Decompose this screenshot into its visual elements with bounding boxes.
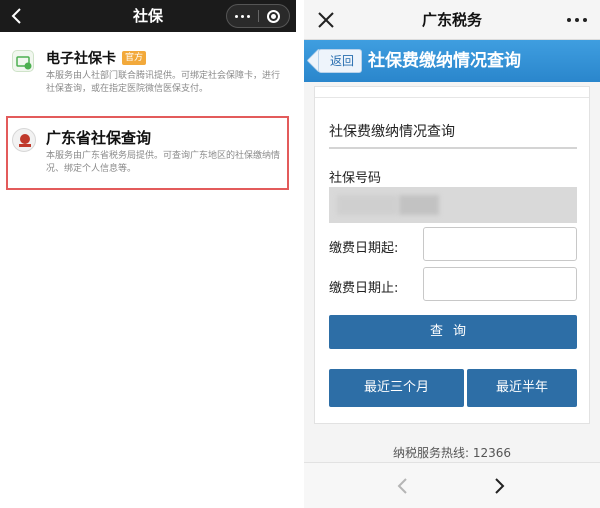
masked-value [399,195,439,215]
ss-number-label: 社保号码 [329,171,382,186]
back-nav-button[interactable] [392,475,414,497]
divider [315,97,589,98]
close-button[interactable] [316,10,336,30]
section-underline [329,147,577,149]
mini-program-capsule [226,4,290,28]
more-icon[interactable] [564,14,590,26]
service-name: 电子社保卡 [46,51,116,67]
social-card-icon [12,50,34,72]
title-bar: 返回 社保费缴纳情况查询 [304,40,600,82]
chevron-left-icon [11,8,21,24]
back-label: 返回 [329,54,354,68]
service-description: 本服务由广东省税务局提供。可查询广东地区的社保缴纳情况、绑定个人信息等。 [46,151,281,174]
back-button[interactable]: 返回 [306,48,362,73]
panel-divider [296,0,304,508]
left-panel: 社保 电子社保卡 官方 本服务由人社部门联合腾讯提供。可绑定社会保障卡，进行社保… [0,0,296,508]
last-half-year-button[interactable]: 最近半年 [467,369,577,407]
window-title: 广东税务 [421,11,482,29]
page-title: 社保费缴纳情况查询 [368,51,521,71]
end-date-input[interactable] [423,267,577,301]
masked-value [337,195,397,215]
close-circle-icon[interactable] [258,5,289,27]
service-item-guangdong-social-security[interactable]: 广东省社保查询 本服务由广东省税务局提供。可查询广东地区的社保缴纳情况、绑定个人… [6,116,289,190]
left-header: 社保 [0,0,296,32]
start-date-label: 缴费日期起: [329,241,399,256]
bottom-navigation [304,462,600,508]
right-panel: 广东税务 返回 社保费缴纳情况查询 社保费缴纳情况查询 社保号码 缴费日期起: … [304,0,600,508]
service-name: 广东省社保查询 [46,129,152,147]
service-description: 本服务由人社部门联合腾讯提供。可绑定社会保障卡，进行社保查询，或在指定医院微信医… [46,71,281,94]
ss-number-field [329,187,577,223]
official-badge: 官方 [122,51,147,65]
tax-logo-icon [12,128,36,152]
service-item-e-social-card[interactable]: 电子社保卡 官方 本服务由人社部门联合腾讯提供。可绑定社会保障卡，进行社保查询，… [0,44,296,104]
query-button[interactable]: 查询 [329,315,577,349]
start-date-input[interactable] [423,227,577,261]
hotline-text: 纳税服务热线: 12366 [392,446,512,460]
chevron-right-icon [495,478,505,494]
forward-nav-button[interactable] [488,475,510,497]
more-icon[interactable] [227,5,258,27]
query-form-card: 社保费缴纳情况查询 社保号码 缴费日期起: 缴费日期止: 查询 最近三个月 最近… [314,86,590,424]
close-icon [318,12,334,28]
chevron-left-icon [397,478,407,494]
end-date-label: 缴费日期止: [329,281,399,296]
back-button[interactable] [6,5,28,27]
section-title: 社保费缴纳情况查询 [329,124,455,140]
last-three-months-button[interactable]: 最近三个月 [329,369,464,407]
right-header: 广东税务 [304,0,600,40]
